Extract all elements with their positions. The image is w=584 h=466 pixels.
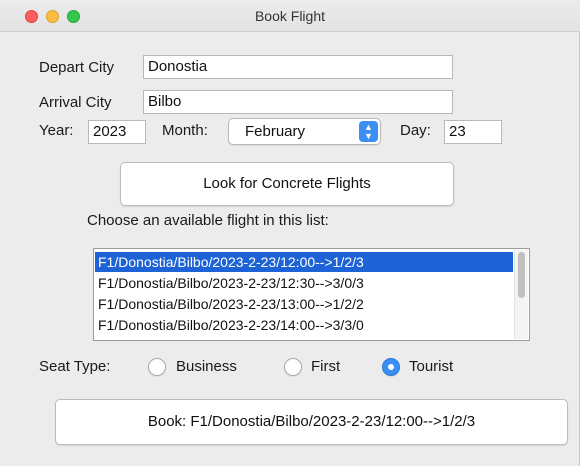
seat-tourist-radio[interactable]	[382, 358, 400, 376]
title-bar[interactable]: Book Flight	[0, 0, 580, 32]
flight-list[interactable]: F1/Donostia/Bilbo/2023-2-23/12:00-->1/2/…	[93, 248, 530, 341]
arrival-city-input[interactable]: Bilbo	[143, 90, 453, 114]
seat-first-radio[interactable]	[284, 358, 302, 376]
look-for-flights-button[interactable]: Look for Concrete Flights	[120, 162, 454, 206]
day-input[interactable]: 23	[444, 120, 502, 144]
flight-list-item[interactable]: F1/Donostia/Bilbo/2023-2-23/12:30-->3/0/…	[95, 273, 513, 293]
up-down-chevron-icon[interactable]: ▲ ▼	[359, 121, 378, 142]
flight-list-item[interactable]: F1/Donostia/Bilbo/2023-2-23/14:00-->3/3/…	[95, 315, 513, 335]
month-select-value: February	[245, 123, 306, 140]
flight-list-item[interactable]: F1/Donostia/Bilbo/2023-2-23/12:00-->1/2/…	[95, 252, 513, 272]
scrollbar-thumb[interactable]	[518, 252, 525, 298]
year-label: Year:	[39, 122, 74, 139]
day-label: Day:	[400, 122, 431, 139]
seat-type-label: Seat Type:	[39, 358, 111, 375]
flight-list-scrollbar[interactable]	[514, 250, 528, 339]
window-title: Book Flight	[254, 8, 326, 24]
arrival-city-label: Arrival City	[39, 94, 112, 111]
seat-business-radio[interactable]	[148, 358, 166, 376]
flight-list-item[interactable]: F1/Donostia/Bilbo/2023-2-23/13:00-->1/2/…	[95, 294, 513, 314]
depart-city-input[interactable]: Donostia	[143, 55, 453, 79]
seat-business-label[interactable]: Business	[176, 358, 237, 375]
month-label: Month:	[162, 122, 208, 139]
book-flight-window: Book Flight Depart City Donostia Arrival…	[0, 0, 580, 466]
flight-list-prompt: Choose an available flight in this list:	[87, 212, 329, 229]
depart-city-label: Depart City	[39, 59, 115, 76]
seat-tourist-label[interactable]: Tourist	[409, 358, 453, 375]
month-select[interactable]: February ▲ ▼	[228, 118, 381, 145]
book-flight-button[interactable]: Book: F1/Donostia/Bilbo/2023-2-23/12:00-…	[55, 399, 568, 445]
seat-first-label[interactable]: First	[311, 358, 340, 375]
year-input[interactable]: 2023	[88, 120, 146, 144]
